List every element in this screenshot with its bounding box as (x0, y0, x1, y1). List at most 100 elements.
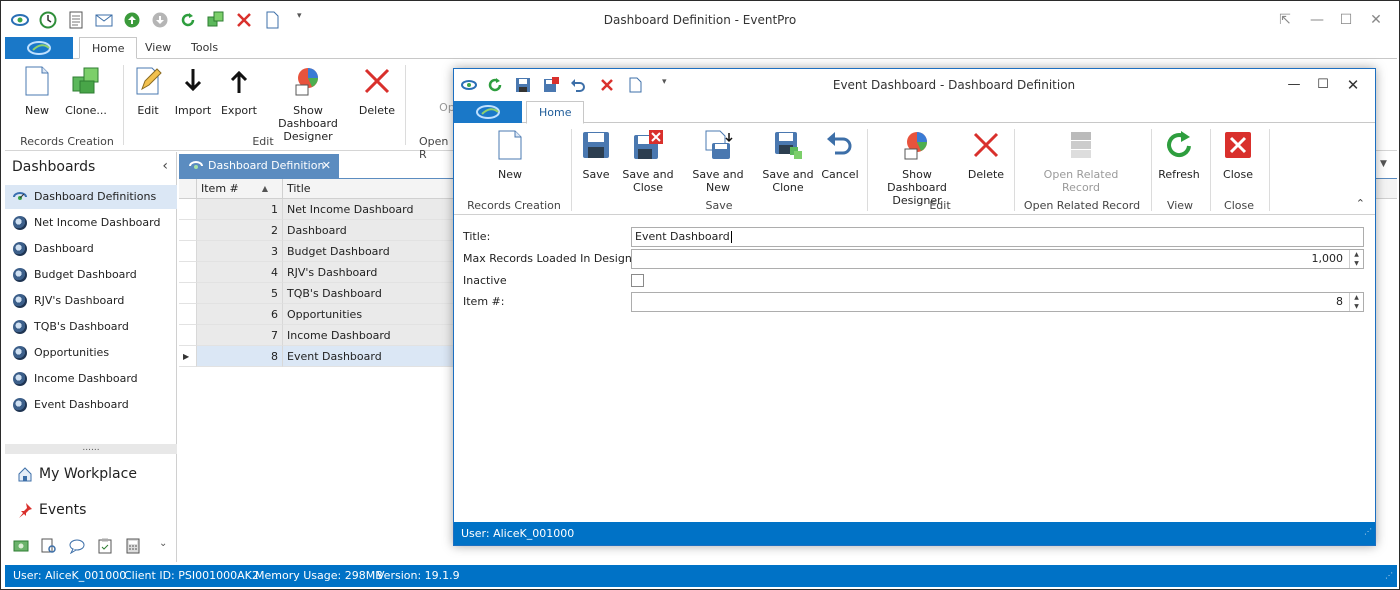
application-menu-button[interactable] (5, 37, 73, 59)
nav-item-budget-dashboard[interactable]: Budget Dashboard (5, 263, 177, 287)
cell-item-number[interactable]: 4 (197, 262, 283, 283)
close-tab-icon[interactable]: ✕ (322, 154, 331, 178)
more-chevron-down-icon[interactable]: ⌄ (159, 538, 175, 554)
row-indicator[interactable] (179, 283, 197, 304)
dialog-new-button[interactable]: New (490, 129, 530, 181)
row-indicator[interactable] (179, 325, 197, 346)
dialog-refresh-button[interactable]: Refresh (1156, 129, 1202, 181)
customize-toolbar-chevron-icon[interactable]: ▾ (662, 77, 678, 93)
restore-ribbon-button[interactable]: ⇱ (1271, 9, 1299, 31)
undo-icon[interactable] (570, 77, 586, 93)
document-tab-dashboard-definition[interactable]: Dashboard Definition ✕ (179, 154, 339, 178)
cell-title[interactable]: TQB's Dashboard (283, 283, 455, 304)
nav-item-dashboard-definitions[interactable]: Dashboard Definitions (5, 185, 177, 209)
import-button[interactable]: Import (173, 65, 213, 117)
cell-item-number[interactable]: 7 (197, 325, 283, 346)
title-input[interactable]: Event Dashboard (631, 227, 1364, 247)
collapse-nav-chevron-icon[interactable]: ‹ (162, 158, 168, 174)
cell-item-number[interactable]: 6 (197, 304, 283, 325)
spin-down-icon[interactable]: ▼ (1350, 302, 1363, 311)
dialog-open-related-record-button[interactable]: Open Related Record (1040, 129, 1122, 194)
nav-item-tqbs-dashboard[interactable]: TQB's Dashboard (5, 315, 177, 339)
cell-title[interactable]: Opportunities (283, 304, 455, 325)
tab-home[interactable]: Home (79, 37, 138, 59)
nav-item-event-dashboard[interactable]: Event Dashboard (5, 393, 177, 417)
new-page-icon[interactable] (627, 77, 643, 93)
max-records-stepper[interactable]: 1,000 ▲ ▼ (631, 249, 1364, 269)
collapse-ribbon-chevron-icon[interactable]: ⌃ (1356, 197, 1365, 210)
save-close-icon[interactable] (543, 77, 559, 93)
edit-button[interactable]: Edit (131, 65, 165, 117)
dashboard-definitions-icon (189, 161, 203, 169)
dialog-tab-home[interactable]: Home (526, 101, 585, 124)
maximize-button[interactable]: ☐ (1332, 9, 1360, 31)
dialog-save-and-close-button[interactable]: Save and Close (622, 129, 674, 194)
row-indicator[interactable] (179, 199, 197, 220)
clone-button[interactable]: Clone... (61, 65, 111, 117)
cell-title[interactable]: Dashboard (283, 220, 455, 241)
nav-events[interactable]: Events (17, 498, 86, 522)
nav-item-dashboard[interactable]: Dashboard (5, 237, 177, 261)
dialog-application-menu-button[interactable] (454, 101, 522, 123)
resize-grip-icon[interactable]: ⋰ (1385, 565, 1393, 587)
dialog-close-ribbon-button[interactable]: Close (1218, 129, 1258, 181)
dialog-cancel-button[interactable]: Cancel (820, 129, 860, 181)
refresh-icon[interactable] (487, 77, 503, 93)
item-number-stepper[interactable]: 8 ▲ ▼ (631, 292, 1364, 312)
nav-item-rjvs-dashboard[interactable]: RJV's Dashboard (5, 289, 177, 313)
calculator-icon[interactable] (125, 538, 141, 554)
cell-title[interactable]: Budget Dashboard (283, 241, 455, 262)
eventpro-logo-icon[interactable] (461, 77, 477, 93)
item-number-spin-buttons[interactable]: ▲ ▼ (1349, 293, 1363, 311)
cell-title[interactable]: Income Dashboard (283, 325, 455, 346)
speech-bubble-icon[interactable] (69, 538, 85, 554)
max-records-spin-buttons[interactable]: ▲ ▼ (1349, 250, 1363, 268)
spin-down-icon[interactable]: ▼ (1350, 259, 1363, 268)
cell-item-number[interactable]: 3 (197, 241, 283, 262)
dialog-maximize-button[interactable]: ☐ (1310, 74, 1336, 96)
dialog-show-dashboard-designer-button[interactable]: Show Dashboard Designer (872, 129, 962, 207)
dialog-save-and-new-button[interactable]: Save and New (680, 129, 756, 194)
row-indicator[interactable] (179, 304, 197, 325)
nav-item-opportunities[interactable]: Opportunities (5, 341, 177, 365)
dialog-minimize-button[interactable]: — (1281, 74, 1307, 96)
cell-item-number[interactable]: 8 (197, 346, 283, 367)
cell-title[interactable]: Event Dashboard (283, 346, 455, 367)
delete-icon[interactable] (599, 77, 615, 93)
nav-splitter-grip[interactable]: ...... (5, 444, 177, 454)
minimize-button[interactable]: — (1303, 9, 1331, 31)
spin-up-icon[interactable]: ▲ (1350, 250, 1363, 259)
close-window-button[interactable]: ✕ (1362, 9, 1390, 31)
scroll-down-chevron-icon[interactable]: ▼ (1380, 159, 1387, 169)
cell-title[interactable]: RJV's Dashboard (283, 262, 455, 283)
dialog-save-and-clone-button[interactable]: Save and Clone (760, 129, 816, 194)
nav-item-income-dashboard[interactable]: Income Dashboard (5, 367, 177, 391)
cell-item-number[interactable]: 1 (197, 199, 283, 220)
column-header-item-number[interactable]: Item # ▲ (197, 179, 283, 199)
row-indicator[interactable] (179, 241, 197, 262)
inactive-checkbox[interactable] (631, 274, 644, 287)
cell-item-number[interactable]: 2 (197, 220, 283, 241)
nav-item-net-income-dashboard[interactable]: Net Income Dashboard (5, 211, 177, 235)
spin-up-icon[interactable]: ▲ (1350, 293, 1363, 302)
row-indicator[interactable]: ▶ (179, 346, 197, 367)
show-dashboard-designer-button[interactable]: Show Dashboard Designer (263, 65, 353, 143)
resize-grip-icon[interactable]: ⋰ (1364, 520, 1372, 543)
tab-tools[interactable]: Tools (179, 37, 230, 59)
document-search-icon[interactable] (41, 538, 57, 554)
money-icon[interactable] (13, 538, 29, 554)
cell-item-number[interactable]: 5 (197, 283, 283, 304)
cell-title[interactable]: Net Income Dashboard (283, 199, 455, 220)
clipboard-icon[interactable] (97, 538, 113, 554)
row-indicator[interactable] (179, 220, 197, 241)
tab-view[interactable]: View (133, 37, 183, 59)
row-indicator[interactable] (179, 262, 197, 283)
save-icon[interactable] (515, 77, 531, 93)
dialog-save-button[interactable]: Save (578, 129, 614, 181)
nav-my-workplace[interactable]: My Workplace (17, 462, 137, 486)
dialog-delete-button[interactable]: Delete (966, 129, 1006, 181)
dialog-close-button[interactable]: ✕ (1340, 74, 1366, 96)
export-button[interactable]: Export (219, 65, 259, 117)
delete-button[interactable]: Delete (357, 65, 397, 117)
new-button[interactable]: New (19, 65, 55, 117)
